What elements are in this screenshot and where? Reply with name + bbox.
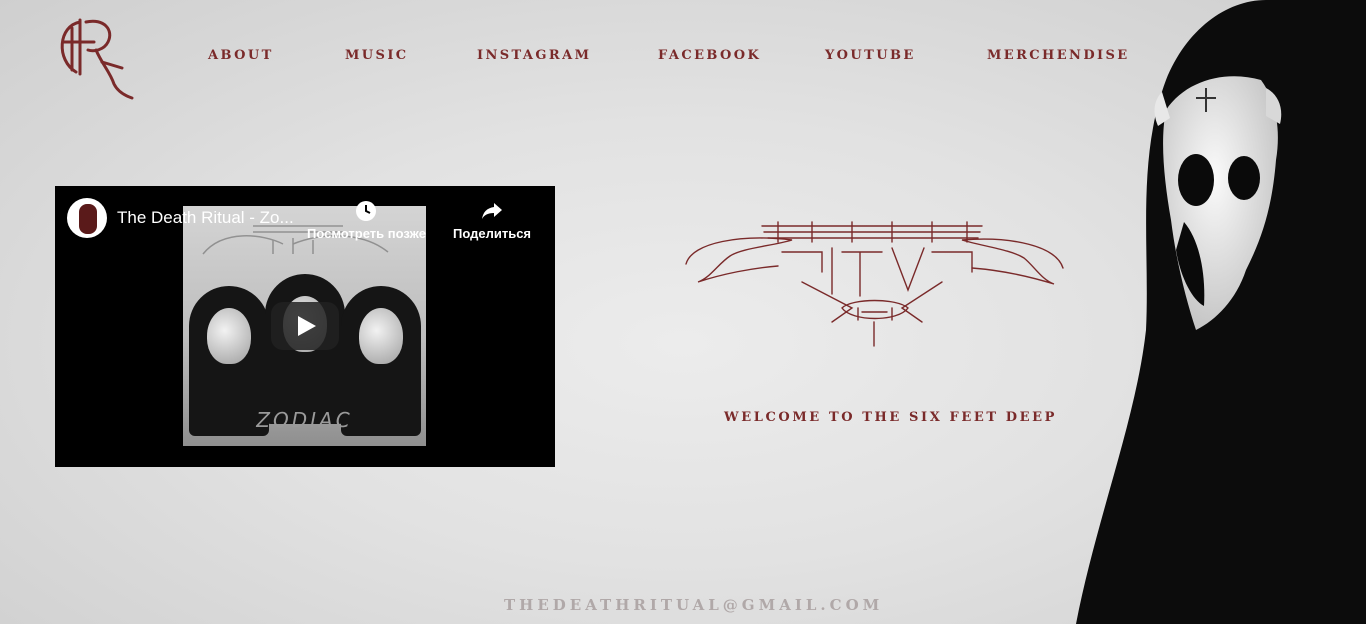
nav-facebook[interactable]: FACEBOOK bbox=[658, 48, 761, 63]
channel-avatar[interactable] bbox=[67, 198, 107, 238]
contact-email[interactable]: THEDEATHRITUAL@GMAIL.COM bbox=[504, 596, 883, 614]
thumbnail-title: ZODIAC bbox=[256, 408, 353, 432]
share-button[interactable]: Поделиться bbox=[453, 200, 531, 241]
video-title[interactable]: The Death Ritual - Zo... bbox=[117, 208, 294, 228]
watch-later-button[interactable]: Посмотреть позже bbox=[307, 200, 426, 241]
nav-youtube[interactable]: YOUTUBE bbox=[825, 48, 916, 63]
share-arrow-icon bbox=[482, 203, 503, 219]
share-label: Поделиться bbox=[453, 226, 532, 241]
band-wordmark-logo bbox=[685, 221, 1064, 347]
youtube-embed[interactable]: ZODIAC The Death Ritual - Zo... Посмотре… bbox=[55, 186, 555, 467]
clock-icon bbox=[356, 201, 377, 221]
hooded-masked-figure-image bbox=[1076, 0, 1366, 624]
play-icon[interactable] bbox=[271, 302, 339, 350]
nav-about[interactable]: ABOUT bbox=[208, 48, 274, 63]
nav-music[interactable]: MUSIC bbox=[345, 48, 409, 63]
watch-later-label: Посмотреть позже bbox=[307, 226, 426, 241]
nav-instagram[interactable]: INSTAGRAM bbox=[477, 48, 591, 63]
welcome-tagline: WELCOME TO THE SIX FEET DEEP bbox=[724, 410, 1058, 425]
